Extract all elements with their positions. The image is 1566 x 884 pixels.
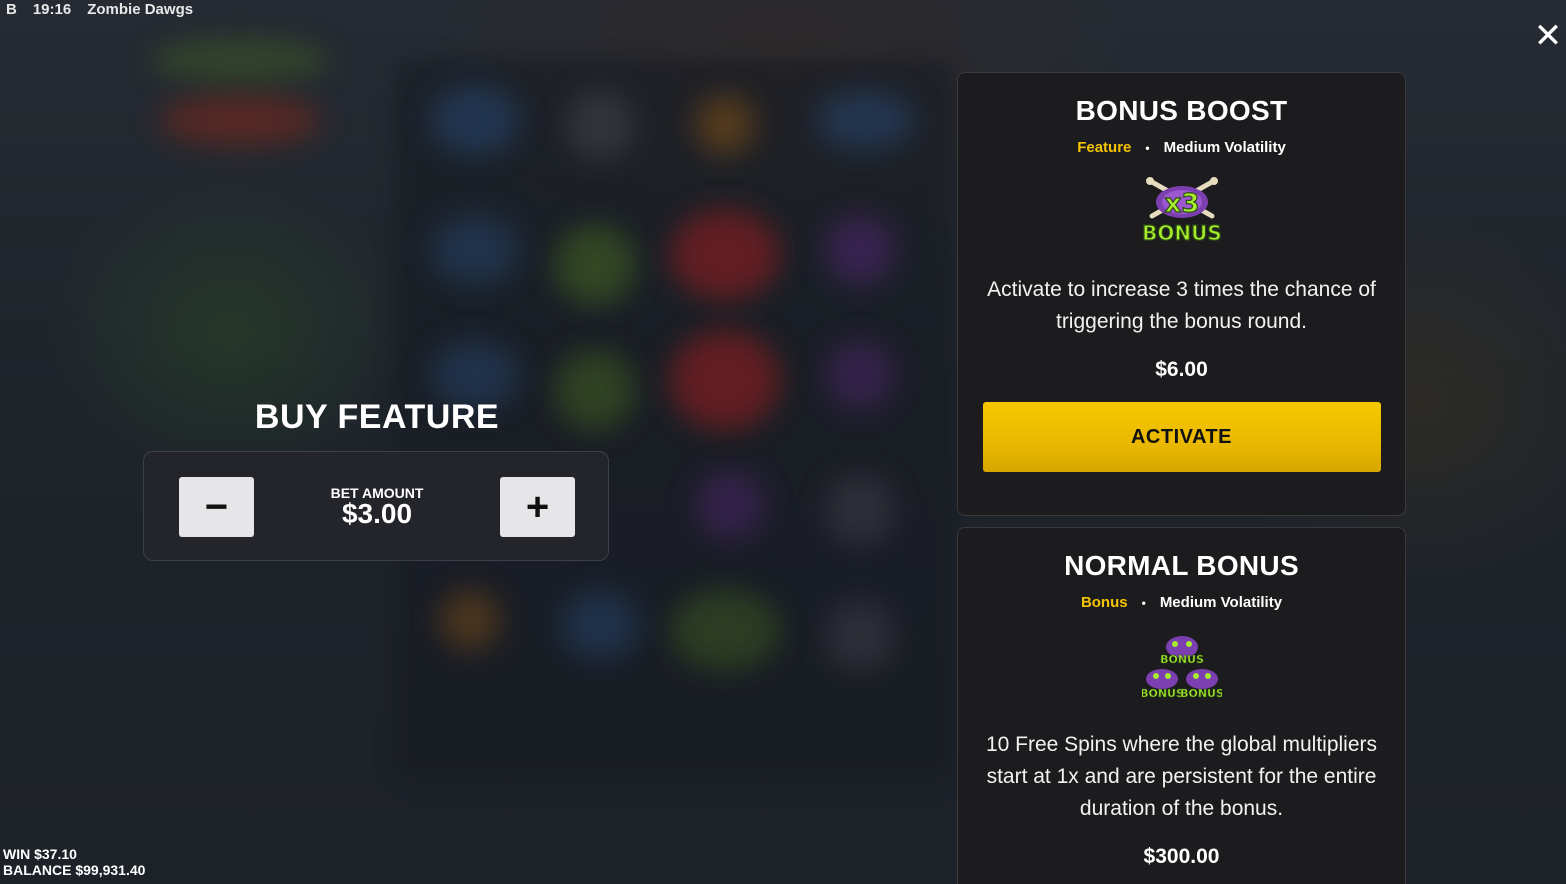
card-meta: Feature • Medium Volatility — [958, 139, 1405, 156]
activate-button[interactable]: ACTIVATE — [982, 402, 1381, 472]
background-logo — [160, 95, 320, 145]
background-symbol — [695, 470, 765, 540]
bet-amount-value: $3.00 — [341, 498, 413, 529]
footer-stats: WIN $37.10 BALANCE $99,931.40 — [3, 846, 145, 878]
background-symbol — [695, 95, 755, 155]
background-symbol — [430, 85, 520, 155]
background-symbol — [555, 225, 635, 305]
status-bar: B 19:16 Zombie Dawgs — [6, 0, 193, 18]
increase-bet-button[interactable]: + — [500, 477, 575, 537]
close-icon: ✕ — [1533, 17, 1563, 55]
minus-icon: − — [204, 484, 229, 529]
normal-bonus-card: NORMAL BONUS Bonus • Medium Volatility B… — [957, 527, 1406, 884]
bonus-boost-card: BONUS BOOST Feature • Medium Volatility … — [957, 72, 1406, 516]
background-symbol — [430, 215, 520, 285]
card-description: Activate to increase 3 times the chance … — [987, 278, 1376, 333]
x3-bonus-icon: x3 BONUS — [1141, 176, 1222, 246]
bonus-stack-icon: BONUS BONUS BONUS — [1139, 631, 1224, 701]
status-badge: B — [6, 0, 17, 18]
bonus-text: BONUS — [1142, 687, 1184, 700]
separator-dot: • — [1145, 140, 1150, 155]
background-logo — [150, 40, 330, 80]
win-row: WIN $37.10 — [3, 846, 145, 862]
decrease-bet-button[interactable]: − — [179, 477, 254, 537]
balance-value: $99,931.40 — [75, 862, 146, 878]
win-value: $37.10 — [34, 846, 77, 862]
card-price: $300.00 — [1143, 845, 1220, 868]
separator-dot: • — [1141, 595, 1146, 610]
bonus-text: BONUS — [1142, 221, 1222, 245]
card-title: NORMAL BONUS — [1064, 550, 1299, 581]
volatility-label: Medium Volatility — [1159, 594, 1283, 611]
balance-row: BALANCE $99,931.40 — [3, 862, 145, 878]
plus-icon: + — [525, 484, 550, 529]
card-meta: Bonus • Medium Volatility — [958, 594, 1405, 611]
bonus-type-label: Bonus — [1080, 594, 1128, 611]
background-symbol — [670, 210, 780, 300]
background-symbol — [440, 590, 500, 650]
background-symbol — [825, 475, 895, 545]
bonus-text: BONUS — [1160, 653, 1204, 666]
volatility-label: Medium Volatility — [1163, 139, 1286, 156]
background-symbol — [825, 215, 895, 285]
background-symbol — [565, 90, 635, 160]
background-symbol — [825, 600, 895, 670]
clock-time: 19:16 — [32, 0, 72, 18]
game-title: Zombie Dawgs — [87, 0, 194, 18]
background-symbol — [670, 590, 780, 670]
balance-label: BALANCE — [3, 862, 72, 878]
close-button[interactable]: ✕ — [1532, 17, 1564, 55]
game-screen: B 19:16 Zombie Dawgs ✕ BUY FEATURE − BET… — [0, 0, 1566, 884]
buy-feature-title: BUY FEATURE — [254, 398, 500, 436]
background-symbol — [825, 340, 895, 410]
bonus-text: BONUS — [1180, 687, 1222, 700]
feature-type-label: Feature — [1077, 139, 1132, 156]
background-symbol — [670, 330, 780, 430]
card-description: 10 Free Spins where the global multiplie… — [985, 733, 1378, 820]
bet-amount-panel: − BET AMOUNT $3.00 + — [143, 451, 609, 561]
background-symbol — [815, 90, 915, 150]
background-symbol — [560, 590, 640, 660]
bet-amount-display: BET AMOUNT $3.00 — [284, 486, 470, 528]
card-price: $6.00 — [1155, 358, 1208, 381]
x3-text: x3 — [1164, 189, 1199, 219]
card-title: BONUS BOOST — [1075, 95, 1288, 126]
win-label: WIN — [3, 846, 31, 862]
